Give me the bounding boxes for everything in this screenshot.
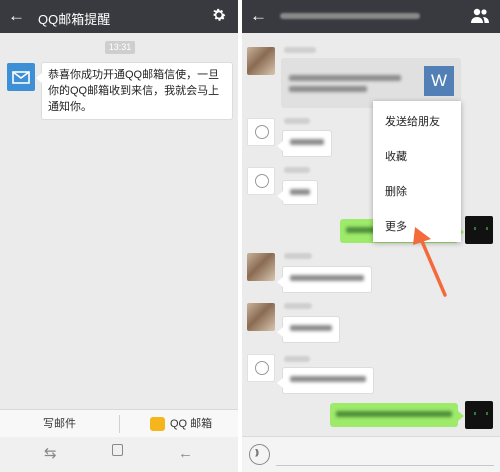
qqmail-button[interactable]: QQ 邮箱	[120, 410, 238, 438]
sender-name	[284, 118, 310, 124]
voice-input-icon[interactable]	[249, 444, 270, 465]
avatar[interactable]	[247, 47, 275, 75]
input-bar	[242, 436, 500, 472]
annotation-arrow	[413, 227, 447, 297]
avatar[interactable]	[247, 167, 275, 195]
sender-name	[284, 47, 316, 53]
compose-button[interactable]: 写邮件	[0, 410, 119, 438]
avatar[interactable]	[465, 216, 493, 244]
message-bubble[interactable]	[277, 316, 340, 343]
avatar[interactable]	[247, 303, 275, 331]
left-screen: ← QQ邮箱提醒 13:31 恭喜你成功开通QQ邮箱信使，一旦你的QQ邮箱收到来…	[0, 0, 238, 472]
gear-icon[interactable]	[210, 6, 228, 24]
avatar[interactable]	[247, 354, 275, 382]
sender-name	[284, 167, 310, 173]
qqmail-label: QQ 邮箱	[170, 418, 213, 430]
system-nav-bar: ⇆ ←	[0, 437, 238, 472]
top-bar: ← QQ邮箱提醒	[0, 0, 238, 33]
bottom-tab-bar: 写邮件 QQ 邮箱	[0, 409, 238, 437]
menu-item-send-to-friend[interactable]: 发送给朋友	[385, 113, 440, 129]
message-bubble[interactable]	[277, 266, 372, 293]
group-profile-icon[interactable]	[470, 7, 490, 25]
recent-apps-icon[interactable]: ⇆	[44, 445, 57, 463]
back-icon[interactable]: ←	[178, 445, 193, 463]
message-bubble[interactable]	[277, 367, 374, 394]
back-arrow-icon[interactable]: ←	[8, 6, 25, 26]
sender-name	[284, 303, 312, 309]
message-bubble[interactable]: 恭喜你成功开通QQ邮箱信使，一旦你的QQ邮箱收到来信，我就会马上通知你。	[36, 62, 233, 120]
qq-mail-icon	[150, 417, 165, 431]
avatar[interactable]	[247, 118, 275, 146]
word-file-icon: W	[424, 66, 454, 96]
chat-title-blurred	[280, 13, 420, 19]
menu-item-more[interactable]: 更多	[385, 218, 407, 234]
sender-name	[284, 253, 312, 259]
timestamp: 13:31	[105, 41, 135, 54]
top-bar: ←	[242, 0, 500, 33]
menu-item-delete[interactable]: 删除	[385, 183, 407, 199]
mail-envelope-icon[interactable]	[7, 63, 35, 91]
page-title: QQ邮箱提醒	[38, 12, 111, 27]
avatar[interactable]	[247, 253, 275, 281]
back-arrow-icon[interactable]: ←	[250, 6, 267, 26]
avatar[interactable]	[465, 401, 493, 429]
right-screen: ← W	[242, 0, 500, 472]
sent-message-bubble[interactable]	[330, 403, 464, 427]
home-icon[interactable]	[112, 444, 123, 456]
sender-name	[284, 356, 310, 362]
menu-item-favorite[interactable]: 收藏	[385, 148, 407, 164]
context-menu: 发送给朋友 收藏 删除 更多	[373, 101, 461, 242]
message-input[interactable]	[276, 465, 494, 466]
message-bubble[interactable]	[277, 130, 332, 157]
message-bubble[interactable]	[277, 180, 318, 205]
